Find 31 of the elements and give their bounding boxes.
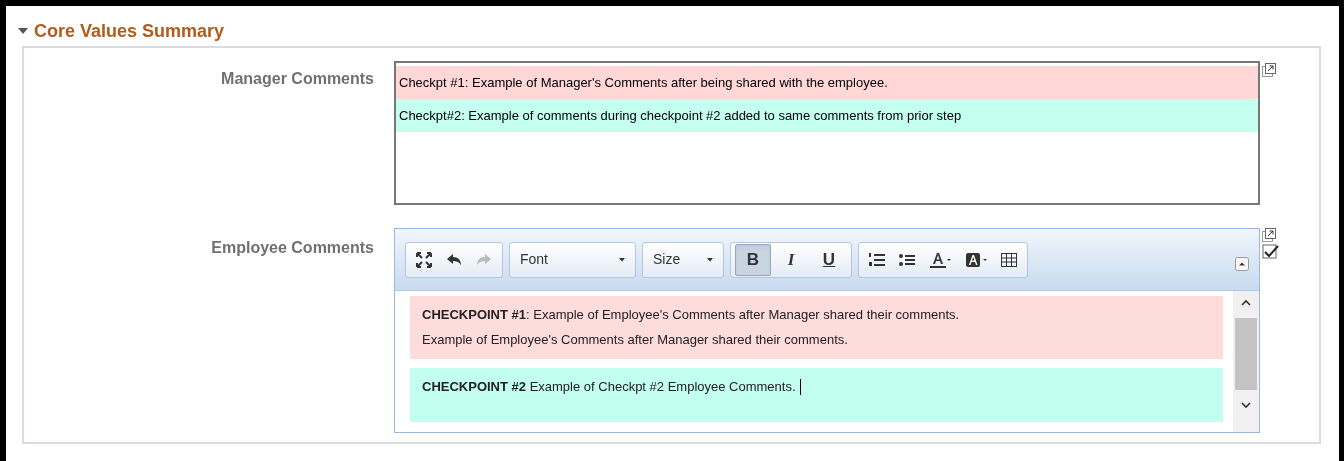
caret-icon bbox=[619, 257, 625, 262]
scrollbar-thumb[interactable] bbox=[1235, 318, 1257, 390]
comment-text: CHECKPOINT #1: Example of Employee's Comments after Manager shared their comments. bbox=[422, 306, 960, 324]
format-button[interactable]: I bbox=[773, 243, 809, 276]
caret-icon bbox=[707, 257, 713, 262]
collapse-triangle-icon[interactable] bbox=[18, 27, 28, 35]
spell-check-icon[interactable] bbox=[1262, 244, 1280, 260]
table-icon[interactable] bbox=[1001, 252, 1017, 267]
expand-icon[interactable] bbox=[1262, 63, 1276, 77]
scrollbar[interactable] bbox=[1233, 291, 1259, 432]
undo-icon[interactable] bbox=[446, 252, 462, 267]
comment-text: Example of Employee's Comments after Manager shared their comments. bbox=[422, 331, 848, 349]
comment-text: CHECKPOINT #2 Example of Checkpt #2 Employee Comments. bbox=[422, 378, 796, 396]
size-dropdown[interactable]: Size bbox=[642, 241, 724, 278]
numbered-list-icon[interactable] bbox=[869, 252, 885, 267]
format-button[interactable]: B bbox=[735, 243, 771, 276]
field-label: Employee Comments bbox=[211, 239, 374, 256]
background-color-icon[interactable] bbox=[965, 251, 987, 268]
comment-paragraph: Checkpt#2: Example of comments during checkpoint #2 added to same comments from prior step bbox=[396, 99, 1258, 132]
section-title: Core Values Summary bbox=[34, 19, 225, 43]
scroll-down-icon[interactable] bbox=[1241, 402, 1251, 409]
maximize-icon[interactable] bbox=[416, 251, 432, 268]
font-dropdown[interactable]: Font bbox=[509, 241, 636, 278]
collapse-toolbar-icon[interactable] bbox=[1235, 257, 1249, 271]
text-color-icon[interactable] bbox=[929, 251, 951, 268]
scroll-up-icon[interactable] bbox=[1241, 299, 1251, 306]
format-button[interactable]: U bbox=[811, 243, 847, 276]
bullet-list-icon[interactable] bbox=[899, 252, 915, 267]
field-label: Manager Comments bbox=[221, 70, 374, 87]
expand-icon[interactable] bbox=[1262, 228, 1276, 242]
comment-paragraph: Checkpt #1: Example of Manager's Comments after being shared with the employee. bbox=[396, 66, 1258, 99]
